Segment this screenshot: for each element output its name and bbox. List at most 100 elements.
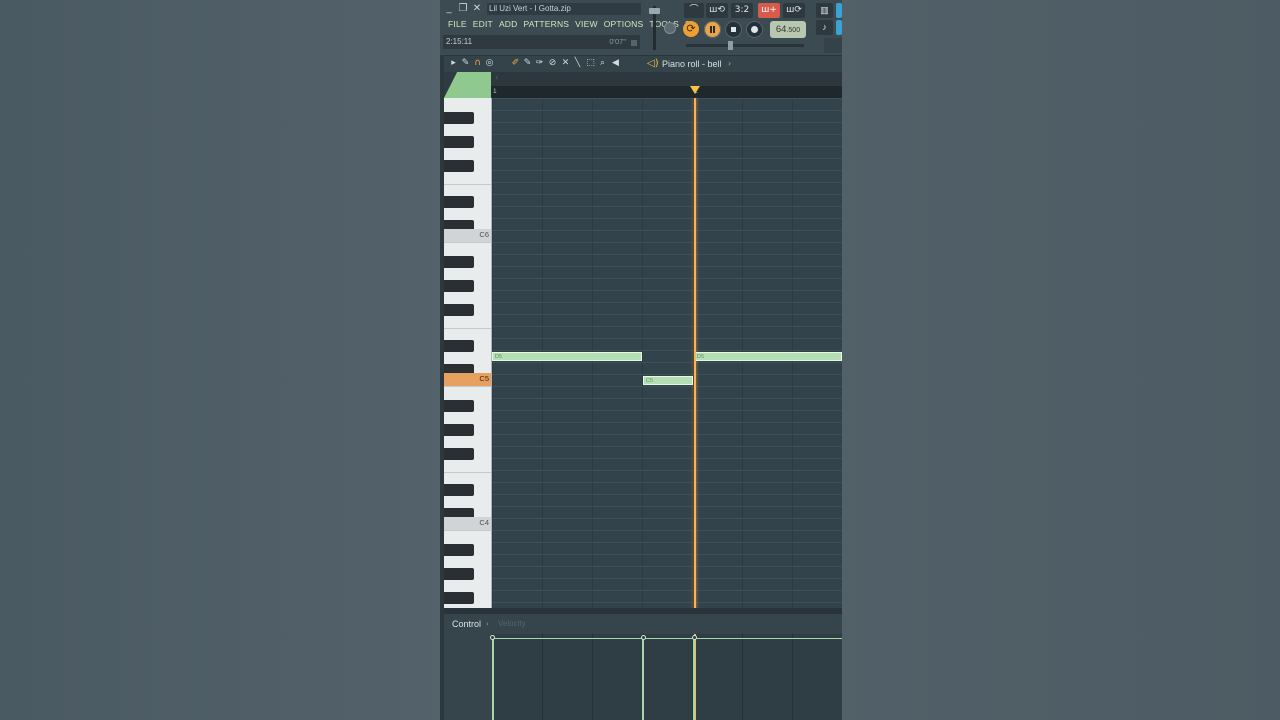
velocity-stem[interactable]	[492, 638, 494, 720]
velocity-stem[interactable]	[693, 638, 695, 720]
menu-patterns[interactable]: PATTERNS	[520, 17, 572, 31]
stop-button[interactable]	[725, 21, 742, 38]
key-divider	[444, 386, 491, 387]
black-key[interactable]	[444, 484, 474, 496]
cpu-icon[interactable]	[824, 38, 842, 53]
note-d5[interactable]: D5	[492, 352, 642, 361]
zoom-tool-icon[interactable]: ⌕	[597, 58, 608, 69]
menu-arrow-icon[interactable]: ▸	[448, 58, 459, 69]
metronome-icon[interactable]: ⌒	[684, 3, 704, 18]
key-c4[interactable]: C4	[444, 517, 491, 530]
key-c5[interactable]: C5	[444, 373, 491, 386]
piano-roll-title[interactable]: Piano roll - bell	[662, 56, 722, 72]
black-key[interactable]	[444, 568, 474, 580]
title-arrow-icon[interactable]: ›	[728, 56, 731, 72]
black-key[interactable]	[444, 160, 474, 172]
speaker-icon[interactable]: ◁)	[647, 58, 659, 69]
key-label-c4: C4	[479, 518, 489, 527]
project-title: Lil Uzi Vert - I Gotta.zip	[487, 3, 641, 15]
event-editor: Control › Velocity	[444, 614, 842, 720]
keyboard-corner[interactable]	[444, 72, 491, 98]
delete-tool-icon[interactable]: ⊘	[547, 58, 558, 69]
master-volume-slider[interactable]	[649, 8, 660, 14]
note-label: C5	[646, 378, 654, 384]
black-key[interactable]	[444, 112, 474, 124]
black-key[interactable]	[444, 256, 474, 268]
key-divider	[444, 530, 491, 531]
pencil-icon[interactable]: ♪	[816, 20, 833, 35]
ruler-strip	[491, 86, 842, 98]
velocity-stem[interactable]	[642, 638, 644, 720]
wrench-icon[interactable]: ✎	[460, 58, 471, 69]
note-label: D5	[495, 354, 503, 360]
paint-tool-icon[interactable]: ✎	[522, 58, 533, 69]
top-toolbar: _ ❐ ✕ Lil Uzi Vert - I Gotta.zip FILE ED…	[440, 0, 842, 55]
mixer-icon[interactable]	[836, 20, 842, 35]
key-divider	[444, 328, 491, 329]
black-key[interactable]	[444, 424, 474, 436]
menu-edit[interactable]: EDIT	[470, 17, 496, 31]
black-key[interactable]	[444, 400, 474, 412]
draw-tool-icon[interactable]: ✐	[510, 58, 521, 69]
piano-keyboard[interactable]: C6 C5 C4	[444, 98, 492, 608]
black-key[interactable]	[444, 592, 474, 604]
timeline-ruler[interactable]: ‹ 1 2	[491, 72, 842, 98]
black-key[interactable]	[444, 304, 474, 316]
playhead-marker-icon[interactable]	[690, 86, 700, 94]
pause-button[interactable]	[704, 21, 721, 38]
black-key[interactable]	[444, 448, 474, 460]
record-mode-icon[interactable]: ш+	[758, 3, 780, 18]
menu-add[interactable]: ADD	[496, 17, 521, 31]
velocity-handle[interactable]	[692, 635, 697, 640]
paint-brush-icon[interactable]: ✑	[534, 58, 545, 69]
velocity-lane[interactable]	[490, 634, 842, 720]
song-position-track	[686, 44, 804, 47]
magnet-icon[interactable]: ∩	[472, 58, 483, 69]
close-icon[interactable]: ✕	[471, 3, 483, 14]
tempo-fraction: .500	[786, 27, 801, 34]
velocity-handle[interactable]	[641, 635, 646, 640]
restore-icon[interactable]: ❐	[457, 3, 469, 14]
note-grid[interactable]: D5 C5 D5	[492, 98, 842, 608]
control-target[interactable]: Velocity	[498, 618, 526, 630]
control-label[interactable]: Control	[452, 618, 481, 630]
black-key[interactable]	[444, 136, 474, 148]
ruler-scroll-back-icon[interactable]: ‹	[495, 73, 498, 82]
minimize-icon[interactable]: _	[443, 3, 455, 14]
mute-tool-icon[interactable]: ✕	[560, 58, 571, 69]
hint-bar: 2:15:11 0'07"	[443, 35, 640, 49]
note-d5[interactable]: D5	[694, 352, 842, 361]
wait-input-icon[interactable]: ш⟲	[706, 3, 728, 18]
black-key[interactable]	[444, 280, 474, 292]
playback-tool-icon[interactable]: ◀	[610, 58, 621, 69]
song-position-slider[interactable]	[728, 41, 733, 50]
piano-keyboard-icon[interactable]: ▥	[816, 3, 833, 18]
key-c6[interactable]: C6	[444, 229, 491, 242]
control-arrow-icon[interactable]: ›	[486, 618, 489, 630]
master-pitch-knob[interactable]	[664, 22, 676, 34]
record-button[interactable]	[746, 21, 763, 38]
hint-time: 2:15:11	[446, 37, 473, 46]
step-mode-icon[interactable]: ◎	[484, 58, 495, 69]
slice-tool-icon[interactable]: ╲	[572, 58, 583, 69]
select-tool-icon[interactable]: ⬚	[585, 58, 596, 69]
time-signature-display[interactable]: 3:2	[731, 3, 753, 18]
velocity-handle[interactable]	[490, 635, 495, 640]
velocity-bar	[694, 638, 842, 639]
hint-value: 0'07"	[609, 37, 626, 46]
menu-file[interactable]: FILE	[445, 17, 470, 31]
black-key[interactable]	[444, 340, 474, 352]
pattern-song-toggle-icon[interactable]: ⟳	[683, 21, 699, 37]
piano-roll-toolbar: ▸ ✎ ∩ ◎ ✐ ✎ ✑ ⊘ ✕ ╲ ⬚ ⌕ ◀ ◁) Piano roll …	[444, 55, 842, 72]
tempo-display[interactable]: 64.500	[770, 21, 806, 38]
black-key[interactable]	[444, 196, 474, 208]
loop-record-icon[interactable]: ш⟳	[783, 3, 805, 18]
hint-scroll-icon[interactable]	[631, 40, 637, 46]
playhead[interactable]	[694, 98, 696, 608]
menu-options[interactable]: OPTIONS	[601, 17, 647, 31]
menu-view[interactable]: VIEW	[572, 17, 601, 31]
key-label-c6: C6	[479, 230, 489, 239]
note-c5[interactable]: C5	[643, 376, 693, 385]
browser-icon[interactable]	[836, 3, 842, 18]
black-key[interactable]	[444, 544, 474, 556]
